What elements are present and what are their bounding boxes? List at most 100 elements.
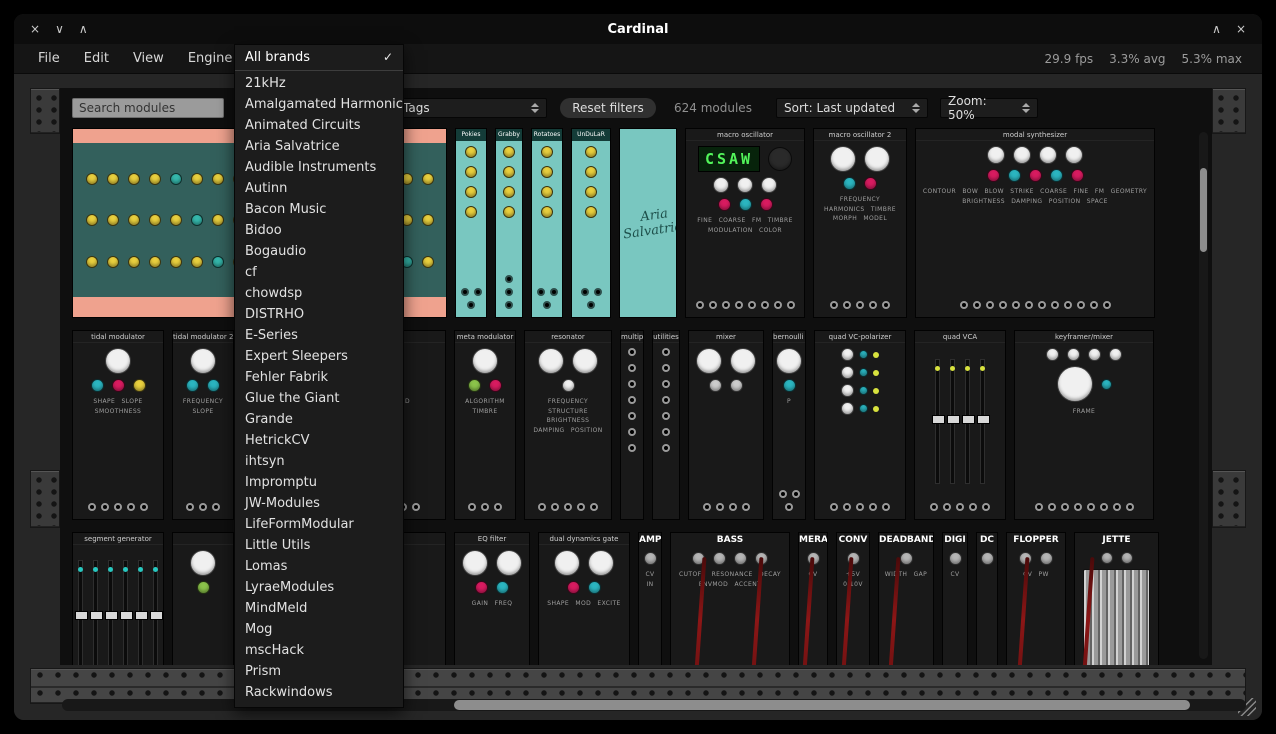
knob — [567, 581, 580, 594]
brand-option-ihtsyn[interactable]: ihtsyn — [235, 451, 403, 472]
jack — [662, 380, 670, 388]
close-icon[interactable]: × — [30, 22, 40, 36]
close-patch-icon[interactable]: × — [1236, 22, 1246, 36]
module-meta-modulator[interactable]: meta modulatorALGORITHM TIMBRE — [454, 330, 516, 520]
jack — [474, 288, 482, 296]
brand-option-mschack[interactable]: mscHack — [235, 640, 403, 661]
knob — [1050, 169, 1063, 182]
horizontal-scrollbar-thumb[interactable] — [454, 700, 1190, 710]
module-flopper[interactable]: FLOPPERCV PW — [1006, 532, 1066, 665]
module-unlabeled[interactable] — [172, 532, 234, 665]
brand-option-glue-the-giant[interactable]: Glue the Giant — [235, 388, 403, 409]
sort-select[interactable]: Sort: Last updated — [776, 98, 928, 118]
brand-option-hetrickcv[interactable]: HetrickCV — [235, 430, 403, 451]
collapse-icon[interactable]: ∧ — [1212, 22, 1221, 36]
module-undular[interactable]: UnDuLaR — [571, 128, 611, 318]
module-jette[interactable]: JETTE — [1074, 532, 1159, 665]
module-keyframer-mixer[interactable]: keyframer/mixerFRAME — [1014, 330, 1154, 520]
brand-option-distrho[interactable]: DISTRHO — [235, 304, 403, 325]
brand-option-21khz[interactable]: 21kHz — [235, 73, 403, 94]
menu-file[interactable]: File — [28, 49, 70, 68]
vertical-scrollbar-thumb[interactable] — [1200, 168, 1207, 252]
tags-select[interactable]: Tags — [395, 98, 547, 118]
module-tidal-modulator-2[interactable]: tidal modulator 2FREQUENCY SLOPE — [172, 330, 234, 520]
brand-option-bacon-music[interactable]: Bacon Music — [235, 199, 403, 220]
module-rotatoes[interactable]: Rotatoes — [531, 128, 563, 318]
module-eq-filter[interactable]: EQ filterGAIN FREQ — [454, 532, 530, 665]
knob — [1071, 169, 1084, 182]
module-count: 624 modules — [674, 101, 752, 115]
brand-option-audible-instruments[interactable]: Audible Instruments — [235, 157, 403, 178]
module-pokies[interactable]: Pokies — [455, 128, 487, 318]
module-utilities[interactable]: utilities — [652, 330, 680, 520]
brand-option-impromptu[interactable]: Impromptu — [235, 472, 403, 493]
module-mera[interactable]: MERACV — [798, 532, 828, 665]
module-multiples[interactable]: multiples — [620, 330, 644, 520]
module-macro-oscillator[interactable]: macro oscillatorCSAWFINE COARSE FM TIMBR… — [685, 128, 805, 318]
brand-option-chowdsp[interactable]: chowdsp — [235, 283, 403, 304]
rack-rail — [1212, 88, 1246, 134]
search-input[interactable] — [72, 98, 224, 118]
module-mixer[interactable]: mixer — [688, 330, 764, 520]
brand-option-expert-sleepers[interactable]: Expert Sleepers — [235, 346, 403, 367]
module-deadband[interactable]: DEADBANDWIDTH GAP — [878, 532, 934, 665]
module-amp[interactable]: AMPCV IN — [638, 532, 662, 665]
brand-option-cf[interactable]: cf — [235, 262, 403, 283]
window-title: Cardinal — [608, 22, 669, 37]
brand-option-autinn[interactable]: Autinn — [235, 178, 403, 199]
module-digi[interactable]: DIGICV — [942, 532, 968, 665]
module-title: quad VC-polarizer — [815, 331, 905, 343]
jack — [830, 301, 838, 309]
menu-edit[interactable]: Edit — [74, 49, 119, 68]
brand-option-fehler-fabrik[interactable]: Fehler Fabrik — [235, 367, 403, 388]
brand-option-all-brands[interactable]: All brands ✓ — [235, 45, 403, 69]
brand-option-lomas[interactable]: Lomas — [235, 556, 403, 577]
brand-option-jw-modules[interactable]: JW-Modules — [235, 493, 403, 514]
module-tidal-modulator[interactable]: tidal modulatorSHAPE SLOPE SMOOTHNESS — [72, 330, 164, 520]
brand-option-rackwindows[interactable]: Rackwindows — [235, 682, 403, 703]
module-grabby[interactable]: Grabby — [495, 128, 523, 318]
zoom-select[interactable]: Zoom: 50% — [940, 98, 1038, 118]
module-dc[interactable]: DC — [976, 532, 998, 665]
brand-option-grande[interactable]: Grande — [235, 409, 403, 430]
knob — [696, 348, 722, 374]
vertical-scrollbar[interactable] — [1199, 132, 1208, 659]
chevron-down-icon[interactable]: ∨ — [55, 22, 64, 36]
knob — [496, 550, 522, 576]
module-resonator[interactable]: resonatorFREQUENCY STRUCTURE BRIGHTNESS … — [524, 330, 612, 520]
knob — [462, 550, 488, 576]
module-labels: CUTOFF RESONANCE DECAY ENVMOD ACCENT — [673, 570, 787, 589]
module-conv[interactable]: CONV+5V 0-10V — [836, 532, 870, 665]
brand-option-bogaudio[interactable]: Bogaudio — [235, 241, 403, 262]
module-macro-oscillator-2[interactable]: macro oscillator 2FREQUENCY HARMONICS TI… — [813, 128, 907, 318]
brand-option-amalgamated-harmonics[interactable]: Amalgamated Harmonics — [235, 94, 403, 115]
brand-option-aria-salvatrice[interactable]: Aria Salvatrice — [235, 136, 403, 157]
knob — [1121, 552, 1133, 564]
module-segment-generator[interactable]: segment generatorSHAPE/TIME — [72, 532, 164, 665]
module-unlabeled[interactable]: Aria Salvatrice — [619, 128, 677, 318]
brand-option-lyraemodules[interactable]: LyraeModules — [235, 577, 403, 598]
brand-option-prism[interactable]: Prism — [235, 661, 403, 682]
jack — [662, 412, 670, 420]
brand-option-lifeformmodular[interactable]: LifeFormModular — [235, 514, 403, 535]
brand-option-e-series[interactable]: E-Series — [235, 325, 403, 346]
menu-view[interactable]: View — [123, 49, 174, 68]
module-title: Rotatoes — [532, 129, 562, 141]
module-title: FLOPPER — [1007, 533, 1065, 547]
brand-option-mog[interactable]: Mog — [235, 619, 403, 640]
brand-option-little-utils[interactable]: Little Utils — [235, 535, 403, 556]
brand-option-mindmeld[interactable]: MindMeld — [235, 598, 403, 619]
reset-filters-button[interactable]: Reset filters — [560, 98, 656, 118]
module-dual-dynamics-gate[interactable]: dual dynamics gateSHAPE MOD EXCITE — [538, 532, 630, 665]
module-modal-synthesizer[interactable]: modal synthesizerCONTOUR BOW BLOW STRIKE… — [915, 128, 1155, 318]
module-bernoulli-gate[interactable]: bernoulli gateP — [772, 330, 806, 520]
menu-engine[interactable]: Engine — [178, 49, 243, 68]
module-quad-vca[interactable]: quad VCA — [914, 330, 1006, 520]
brand-option-animated-circuits[interactable]: Animated Circuits — [235, 115, 403, 136]
stat: 29.9 fps — [1045, 52, 1094, 66]
jack — [703, 503, 711, 511]
brand-option-bidoo[interactable]: Bidoo — [235, 220, 403, 241]
module-bass[interactable]: BASSCUTOFF RESONANCE DECAY ENVMOD ACCENT — [670, 532, 790, 665]
chevron-up-icon[interactable]: ∧ — [79, 22, 88, 36]
module-quad-vc-polarizer[interactable]: quad VC-polarizer — [814, 330, 906, 520]
